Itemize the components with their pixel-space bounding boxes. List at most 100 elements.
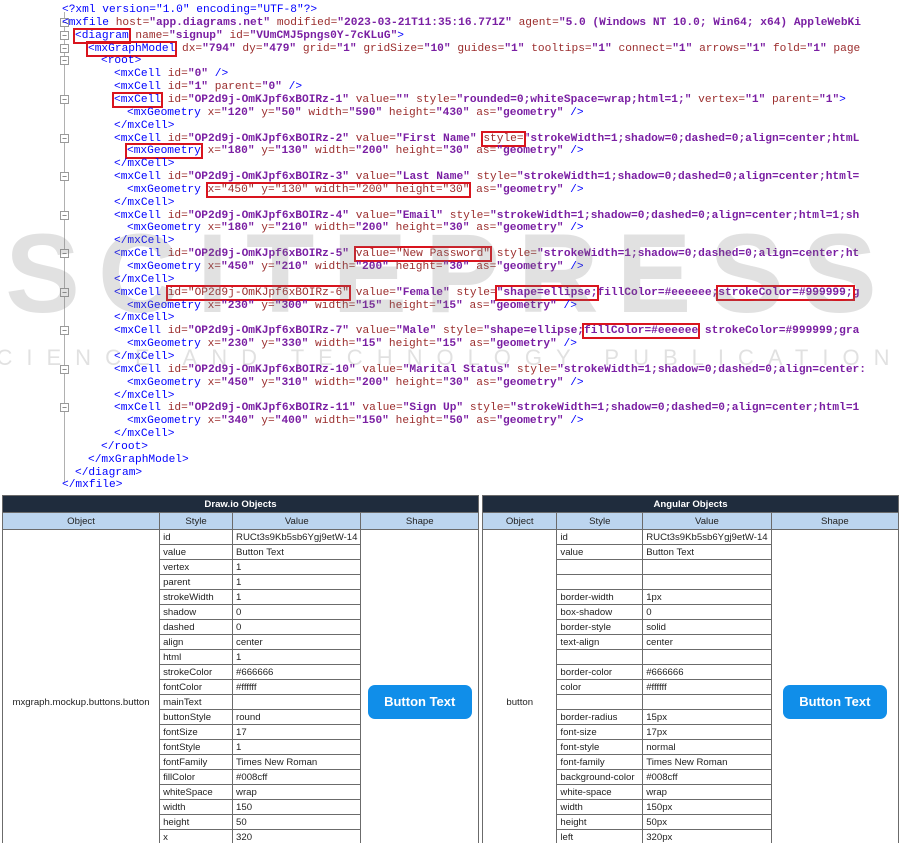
code-token: <mxCell	[114, 171, 168, 184]
code-token: "200"	[355, 376, 389, 389]
fold-toggle-icon[interactable]: −	[60, 43, 69, 53]
code-token: "794"	[202, 42, 236, 55]
fold-toggle-icon[interactable]: −	[60, 210, 69, 220]
table-row: button id RUCt3s9Kb5sb6Ygj9etW-14 Button Te…	[481, 529, 900, 843]
code-token: "479"	[262, 42, 297, 55]
code-token: "230"	[221, 338, 255, 351]
col-header-value: Value	[642, 512, 772, 530]
code-token: "signup"	[169, 29, 223, 42]
code-token: "210"	[274, 222, 309, 235]
value-cell: 50px	[642, 814, 772, 830]
code-token: "First Name"	[396, 132, 477, 145]
code-token: width=	[308, 415, 356, 428]
code-token: </root>	[101, 440, 148, 453]
code-token: </mxCell>	[114, 158, 175, 171]
code-token: as=	[462, 338, 490, 351]
code-token: modified=	[270, 16, 338, 29]
code-token: width=	[308, 222, 356, 235]
code-token: y=	[254, 299, 275, 312]
code-token: style=	[510, 363, 558, 376]
code-token: fillColor=#eeeeee;	[597, 286, 719, 299]
code-token: </mxCell>	[114, 350, 175, 363]
table-title: Angular Objects	[482, 495, 899, 513]
code-token: />	[563, 376, 584, 389]
code-token: "geometry"	[496, 222, 564, 235]
style-cell: color	[556, 679, 644, 695]
style-cell	[556, 649, 644, 665]
value-cell: 17px	[642, 724, 772, 740]
code-token: <mxCell	[114, 248, 168, 261]
code-token: </mxCell>	[114, 389, 175, 402]
code-token: </mxCell>	[114, 119, 175, 132]
code-token: x=	[207, 338, 222, 351]
value-cell: center	[642, 634, 772, 650]
code-token: "OP2d9j-OmKJpf6xBOIRz-10"	[187, 363, 356, 376]
style-cell: border-color	[556, 664, 644, 680]
style-cell: font-style	[556, 739, 644, 755]
value-cell: 320	[232, 829, 362, 843]
code-token: x="450" y="130" width="200" height="30"	[205, 181, 472, 198]
code-token: <mxGeometry	[127, 222, 208, 235]
fold-toggle-icon[interactable]: −	[60, 56, 69, 66]
code-token: "0"	[261, 81, 282, 94]
fold-toggle-icon[interactable]: −	[60, 364, 69, 374]
code-token: <mxfile	[62, 16, 116, 29]
code-token: "180"	[221, 222, 255, 235]
value-cell: wrap	[642, 784, 772, 800]
style-cell: whiteSpace	[159, 784, 234, 800]
code-token: height=	[382, 106, 436, 119]
code-token: value=	[349, 93, 396, 106]
code-token: "Last Name"	[396, 171, 470, 184]
code-token: "430"	[435, 106, 470, 119]
code-token: />	[563, 222, 584, 235]
code-token: id="OP2d9j-OmKJpf6xBOIRz-6"	[165, 284, 352, 301]
fold-toggle-icon[interactable]: −	[60, 326, 69, 336]
code-token: "strokeWidth=1;shadow=0;dashed=0;align=c…	[537, 248, 860, 261]
fold-toggle-icon[interactable]: −	[60, 30, 69, 40]
code-token: <mxGeometry	[127, 183, 208, 196]
code-token: >	[839, 93, 846, 106]
style-cell: border-style	[556, 619, 644, 635]
value-cell: #666666	[642, 664, 772, 680]
code-token: strokeColor=#999999;	[716, 284, 855, 301]
value-cell: wrap	[232, 784, 362, 800]
code-token: "2023-03-21T11:35:16.771Z"	[337, 16, 512, 29]
code-token: "geometry"	[496, 376, 564, 389]
code-line: <mxGraphModel dx="794" dy="479" grid="1"…	[85, 40, 860, 57]
code-token: y=	[254, 338, 275, 351]
code-token: "200"	[355, 145, 389, 158]
value-cell: #008cff	[642, 769, 772, 785]
style-cell: border-radius	[556, 709, 644, 725]
table-title: Draw.io Objects	[2, 495, 479, 513]
code-token: as=	[469, 415, 497, 428]
code-token: fold=	[766, 42, 807, 55]
code-token: style=	[436, 325, 484, 338]
code-token: <?xml version="1.0" encoding="UTF-8"?>	[62, 4, 318, 16]
code-line: <mxGeometry x="230" y="300" width="15" h…	[127, 299, 577, 313]
code-token: id=	[167, 132, 188, 145]
code-token: "30"	[442, 376, 470, 389]
fold-toggle-icon[interactable]: −	[60, 172, 69, 182]
code-token: "Sign Up"	[402, 402, 464, 415]
code-token: width=	[301, 106, 349, 119]
value-cell: RUCt3s9Kb5sb6Ygj9etW-14	[642, 529, 772, 545]
code-token: "OP2d9j-OmKJpf6xBOIRz-1"	[187, 93, 349, 106]
value-cell: 150px	[642, 799, 772, 815]
value-cell: 0	[642, 604, 772, 620]
fold-toggle-icon[interactable]: −	[60, 133, 69, 143]
code-token: />	[556, 338, 577, 351]
code-token: "geometry"	[496, 106, 564, 119]
style-cell: mainText	[159, 694, 234, 710]
code-token: y=	[254, 106, 275, 119]
fold-toggle-icon[interactable]: −	[60, 94, 69, 104]
value-cell: Button Text	[642, 544, 772, 560]
code-token: ""	[396, 93, 410, 106]
code-token: parent=	[765, 93, 820, 106]
code-token: height=	[388, 415, 443, 428]
fold-toggle-icon[interactable]: −	[60, 287, 69, 297]
code-token: "590"	[348, 106, 383, 119]
fold-toggle-icon[interactable]: −	[60, 403, 69, 413]
code-token: "0"	[187, 68, 209, 81]
code-token: "120"	[221, 106, 255, 119]
fold-toggle-icon[interactable]: −	[60, 249, 69, 259]
